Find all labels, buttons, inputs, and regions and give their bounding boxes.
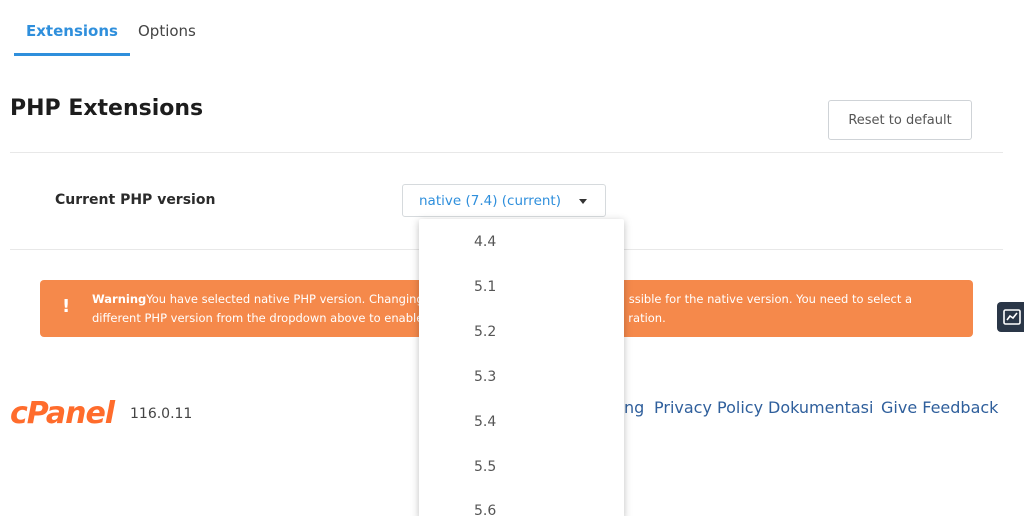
php-version-selected-value: native (7.4) (current): [419, 192, 561, 209]
current-php-version-label: Current PHP version: [55, 192, 216, 208]
side-widget-button[interactable]: [997, 302, 1024, 332]
svg-text:cPanel: cPanel: [10, 396, 116, 429]
footer-link-truncated[interactable]: ng: [624, 398, 644, 417]
cpanel-logo: cPanel: [10, 396, 117, 429]
chart-line-icon: [1003, 309, 1021, 325]
dropdown-option[interactable]: 5.5: [474, 459, 496, 475]
warning-title: Warning: [92, 292, 147, 306]
dropdown-option[interactable]: 5.2: [474, 324, 496, 340]
footer-link-dokumentasi[interactable]: Dokumentasi: [768, 398, 873, 417]
dropdown-option[interactable]: 5.6: [474, 503, 496, 516]
dropdown-option[interactable]: 5.3: [474, 369, 496, 385]
exclamation-icon: !: [62, 296, 71, 317]
dropdown-option[interactable]: 4.4: [474, 234, 496, 250]
php-version-dropdown: 4.4 5.1 5.2 5.3 5.4 5.5 5.6: [419, 219, 624, 516]
page-title: PHP Extensions: [10, 96, 204, 121]
dropdown-option[interactable]: 5.4: [474, 414, 496, 430]
footer-link-privacy-policy[interactable]: Privacy Policy: [654, 398, 763, 417]
tab-options[interactable]: Options: [138, 22, 196, 56]
reset-to-default-button[interactable]: Reset to default: [828, 100, 972, 140]
cpanel-version: 116.0.11: [130, 406, 193, 422]
footer-link-give-feedback[interactable]: Give Feedback: [881, 398, 998, 417]
php-version-select[interactable]: native (7.4) (current): [402, 184, 606, 217]
tab-extensions[interactable]: Extensions: [14, 22, 130, 56]
tab-bar: Extensions Options: [0, 0, 993, 56]
dropdown-option[interactable]: 5.1: [474, 279, 496, 295]
caret-down-icon: [579, 199, 587, 204]
divider: [10, 152, 1003, 153]
